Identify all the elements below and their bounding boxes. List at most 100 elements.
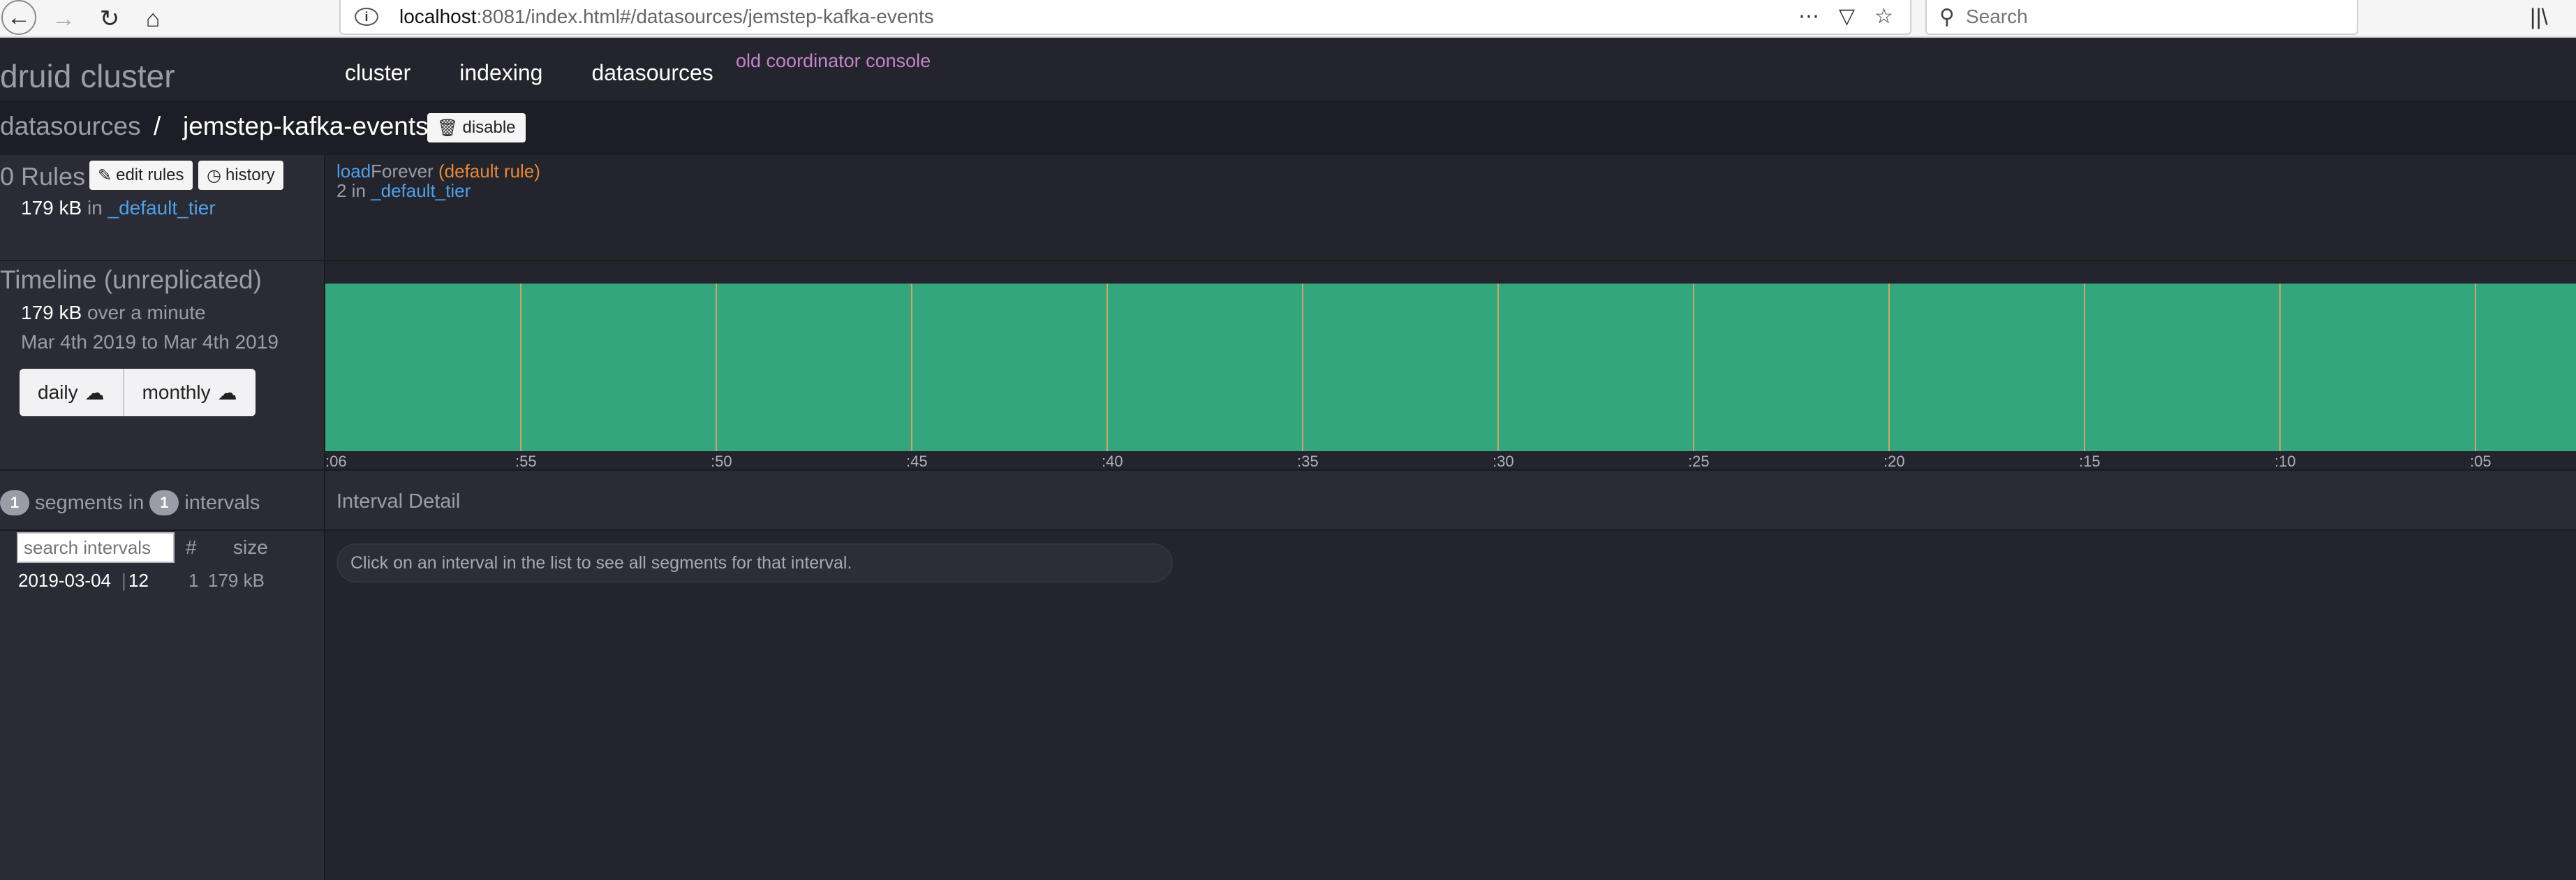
breadcrumb: datasources / jemstep-kafka-events 🗑 dis… <box>0 102 2576 155</box>
monthly-download-button[interactable]: monthly ☁ <box>122 369 256 416</box>
tier-size: 179 kB <box>21 197 82 219</box>
timeline-tick-label: :15 <box>2079 453 2101 470</box>
disable-label: disable <box>462 118 516 137</box>
daily-label: daily <box>38 381 78 403</box>
nav-cluster[interactable]: cluster <box>345 60 410 86</box>
breadcrumb-datasources[interactable]: datasources <box>0 112 141 141</box>
interval-hour: 12 <box>128 570 149 591</box>
timeline-title: Timeline (unreplicated) <box>0 265 262 294</box>
tier-in: in <box>87 197 103 219</box>
column-header-count[interactable]: # <box>186 536 197 559</box>
history-button[interactable]: ◷ history <box>198 161 283 190</box>
cloud-download-icon: ☁ <box>217 381 237 404</box>
timeline-band-8[interactable] <box>1889 284 2085 451</box>
cloud-download-icon: ☁ <box>84 381 105 404</box>
back-icon[interactable]: ← <box>1 0 36 35</box>
column-header-size[interactable]: size <box>233 536 268 559</box>
brand-title[interactable]: druid cluster <box>0 57 175 95</box>
timeline-tick-label: :35 <box>1297 453 1319 470</box>
timeline-band-5[interactable] <box>1303 284 1498 451</box>
daily-download-button[interactable]: daily ☁ <box>20 369 123 416</box>
timeline-size: 179 kB over a minute <box>21 302 206 324</box>
tier-summary: 179 kB in _default_tier <box>21 197 216 219</box>
rule-description: loadForever (default rule) <box>336 161 540 182</box>
interval-divider: | <box>121 570 126 591</box>
timeline-tick-label: :20 <box>1883 453 1905 470</box>
intervals-label: intervals <box>184 491 260 514</box>
timeline-band-4[interactable] <box>1107 284 1303 451</box>
timeline-tick-label: :30 <box>1493 453 1514 470</box>
timeline-tick-label: :05 <box>2470 453 2492 470</box>
browser-search-box[interactable]: ⚲ <box>1925 0 2358 35</box>
reload-icon[interactable]: ↻ <box>94 3 126 35</box>
timeline-tick-label: :50 <box>711 453 732 470</box>
url-text[interactable]: localhost:8081/index.html#/datasources/j… <box>399 6 934 28</box>
history-label: history <box>225 166 275 184</box>
bookmark-star-icon[interactable]: ☆ <box>1874 4 1893 29</box>
timeline-tick-label: :10 <box>2274 453 2296 470</box>
interval-detail-title: Interval Detail <box>336 490 461 513</box>
interval-size: 179 kB <box>208 570 265 591</box>
timeline-tick-label: :55 <box>515 453 537 470</box>
search-icon: ⚲ <box>1939 5 1955 29</box>
rule-load: load <box>336 161 371 182</box>
monthly-label: monthly <box>142 381 211 403</box>
breadcrumb-current: jemstep-kafka-events <box>183 112 429 140</box>
timeline-band-0[interactable] <box>325 284 521 451</box>
rules-section: 0 Rules ✎ edit rules ◷ history 179 kB in… <box>0 155 2576 261</box>
clock-icon: ◷ <box>207 166 221 185</box>
rule-forever: Forever <box>371 161 434 182</box>
timeline-band-10[interactable] <box>2280 284 2475 451</box>
pocket-icon[interactable]: ▽ <box>1839 4 1855 29</box>
timeline-band-9[interactable] <box>2085 284 2280 451</box>
interval-detail-hint: Click on an interval in the list to see … <box>336 543 1173 582</box>
timeline-band-3[interactable] <box>912 284 1107 451</box>
browser-search-input[interactable] <box>1965 6 2329 28</box>
segments-label: segments in <box>35 491 145 514</box>
rule-tier-link[interactable]: _default_tier <box>371 180 471 201</box>
page-actions-icon[interactable]: ⋯ <box>1798 4 1819 29</box>
trash-icon: 🗑 <box>437 118 459 138</box>
timeline-size-suffix: over a minute <box>87 302 206 323</box>
edit-rules-button[interactable]: ✎ edit rules <box>89 161 193 190</box>
browser-toolbar: ← → ↻ ⌂ i localhost:8081/index.html#/dat… <box>0 0 2576 38</box>
segment-count-badge: 1 <box>0 490 29 515</box>
nav-datasources[interactable]: datasources <box>591 60 713 86</box>
timeline-chart-svg <box>325 284 2576 451</box>
edit-rules-label: edit rules <box>116 166 184 184</box>
timeline-tick-label: :06 <box>325 453 347 470</box>
timeline-tick-label: :40 <box>1102 453 1123 470</box>
timeline-section: Timeline (unreplicated) 179 kB over a mi… <box>0 261 2576 471</box>
disable-button[interactable]: 🗑 disable <box>427 113 526 142</box>
download-button-group: daily ☁ monthly ☁ <box>20 369 256 416</box>
timeline-band-2[interactable] <box>716 284 912 451</box>
nav-indexing[interactable]: indexing <box>459 60 542 86</box>
url-bar[interactable]: i localhost:8081/index.html#/datasources… <box>339 0 1911 35</box>
interval-row[interactable]: 2019-03-04 | 12 1 179 kB <box>18 570 297 595</box>
timeline-chart[interactable]: :06 :55 :50 :45 :40 :35 :30 :25 :20 :15 :10 :05 <box>325 284 2576 470</box>
rules-count: 0 Rules <box>0 162 86 191</box>
site-info-icon[interactable]: i <box>355 8 378 26</box>
breadcrumb-separator: / <box>154 112 161 140</box>
timeline-tick-label: :45 <box>906 453 928 470</box>
app-header: druid cluster cluster indexing datasourc… <box>0 38 2576 102</box>
timeline-band-6[interactable] <box>1498 284 1694 451</box>
rule-replicas: 2 in _default_tier <box>336 180 471 202</box>
segments-header: 1 segments in 1 intervals Interval Detai… <box>0 471 2576 531</box>
timeline-size-value: 179 kB <box>21 302 82 323</box>
timeline-band-7[interactable] <box>1694 284 1889 451</box>
timeline-band-1[interactable] <box>521 284 716 451</box>
main-nav: cluster indexing datasources <box>345 60 762 86</box>
old-console-link[interactable]: old coordinator console <box>736 50 931 72</box>
interval-count-badge: 1 <box>149 490 179 515</box>
timeline-tick-label: :25 <box>1688 453 1710 470</box>
home-icon[interactable]: ⌂ <box>137 3 169 35</box>
timeline-range: Mar 4th 2019 to Mar 4th 2019 <box>21 331 279 353</box>
tier-link[interactable]: _default_tier <box>108 197 216 219</box>
forward-icon[interactable]: → <box>47 3 80 35</box>
library-icon[interactable]: ||\ <box>2530 4 2548 30</box>
interval-detail-header-bg <box>325 471 2576 529</box>
interval-date: 2019-03-04 <box>18 570 111 591</box>
search-intervals-input[interactable] <box>17 532 175 563</box>
timeline-band-11[interactable] <box>2475 284 2576 451</box>
